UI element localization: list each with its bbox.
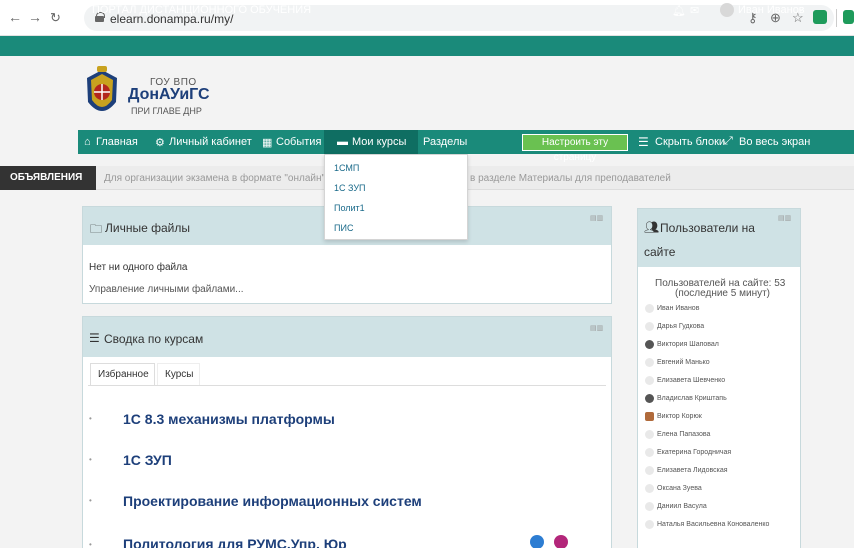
avatar — [645, 340, 654, 349]
avatar[interactable] — [720, 3, 734, 17]
avatar — [645, 322, 654, 331]
my-courses-dropdown: 1СМП 1С ЗУП Полит1 ПИС — [324, 154, 468, 240]
bullet: • — [89, 414, 92, 423]
manage-files-link[interactable]: Управление личными файлами... — [89, 284, 244, 295]
hide-blocks-button[interactable]: Скрыть блоки — [655, 136, 725, 148]
calendar-icon[interactable]: ▦ — [262, 136, 272, 149]
avatar — [645, 358, 654, 367]
tab-courses[interactable]: Курсы — [165, 369, 193, 380]
toolbar-separator — [836, 9, 837, 27]
online-users-title-2: сайте — [644, 245, 676, 259]
block-controls-icon[interactable]: ▤▥ — [590, 214, 603, 222]
online-user[interactable]: Даниил Васула — [657, 503, 707, 510]
online-user[interactable]: Елизавета Шевченко — [657, 377, 725, 384]
nav-sections[interactable]: Разделы — [423, 136, 467, 148]
fullscreen-button[interactable]: Во весь экран — [739, 136, 810, 148]
chevron-down-icon[interactable]: ⌄ — [797, 3, 805, 14]
online-user[interactable]: Иван Иванов — [657, 305, 699, 312]
online-user[interactable]: Виктория Шаповал — [657, 341, 719, 348]
chat-icon[interactable]: ✉ — [690, 4, 699, 17]
bell-icon[interactable]: 🔔︎ — [672, 4, 686, 17]
users-icon: 👥︎ — [644, 220, 660, 234]
nav-home[interactable]: Главная — [96, 136, 138, 148]
quiz-icon[interactable] — [554, 535, 568, 548]
online-user[interactable]: Оксана Зуева — [657, 485, 702, 492]
avatar — [645, 448, 654, 457]
online-user[interactable]: Евгений Манько — [657, 359, 710, 366]
back-arrow-icon[interactable]: ← — [8, 9, 22, 25]
avatar — [645, 430, 654, 439]
course-overview-title: Сводка по курсам — [104, 332, 204, 346]
bullet: • — [89, 455, 92, 464]
block-controls-icon-2[interactable]: ▤▥ — [590, 324, 603, 332]
extension-icon-2[interactable] — [843, 10, 854, 24]
online-user[interactable]: Дарья Гудкова — [657, 323, 704, 330]
dropdown-item-1c-zup[interactable]: 1С ЗУП — [334, 183, 366, 193]
home-icon[interactable]: ⌂ — [84, 136, 91, 148]
online-users-title-1: Пользователи на — [660, 221, 755, 235]
dropdown-item-pis[interactable]: ПИС — [334, 223, 353, 233]
avatar — [645, 304, 654, 313]
avatar — [645, 394, 654, 403]
online-user[interactable]: Виктор Корюк — [657, 413, 702, 420]
site-topbar — [0, 36, 854, 56]
announcement-text-right[interactable]: в разделе Материалы для преподавателей — [470, 173, 671, 184]
course-link-politology[interactable]: Политология для РУМС.Упр. Юр — [123, 536, 347, 548]
course-link-1c-platform[interactable]: 1С 8.3 механизмы платформы — [123, 411, 335, 427]
online-user[interactable]: Наталья Васильевна Коноваленко — [657, 521, 769, 528]
course-link-1c-zup[interactable]: 1С ЗУП — [123, 452, 172, 468]
avatar — [645, 466, 654, 475]
avatar — [645, 502, 654, 511]
bullet: • — [89, 496, 92, 505]
announcement-label: ОБЪЯВЛЕНИЯ — [0, 166, 96, 190]
graduation-cap-icon[interactable]: ▬ — [337, 136, 348, 148]
bullet: • — [89, 540, 92, 548]
dashboard-icon[interactable]: ⚙ — [155, 136, 165, 149]
avatar — [645, 376, 654, 385]
online-user[interactable]: Екатерина Городничая — [657, 449, 731, 456]
online-user[interactable]: Елизавета Лидовская — [657, 467, 728, 474]
tabs-divider — [88, 385, 606, 386]
online-period: (последние 5 минут) — [675, 288, 770, 299]
tab-favorites[interactable]: Избранное — [98, 369, 149, 380]
logo-line-3: ПРИ ГЛАВЕ ДНР — [131, 106, 202, 116]
reload-icon[interactable]: ↻ — [50, 10, 61, 26]
dropdown-item-polit1[interactable]: Полит1 — [334, 203, 365, 213]
forward-arrow-icon[interactable]: → — [28, 9, 42, 25]
block-controls-icon-3[interactable]: ▤▥ — [778, 214, 791, 222]
emblem-logo-icon[interactable] — [83, 66, 121, 122]
dropdown-item-1smp[interactable]: 1СМП — [334, 163, 359, 173]
user-menu-name[interactable]: Иван Иванов — [738, 4, 805, 16]
online-user[interactable]: Владислав Криштапь — [657, 395, 727, 402]
customize-page-button[interactable]: Настроить эту страницу — [522, 134, 628, 163]
avatar — [645, 412, 654, 421]
nav-events[interactable]: События — [276, 136, 321, 148]
avatar — [645, 520, 654, 529]
hide-blocks-icon[interactable]: ☰ — [638, 135, 649, 149]
folder-icon: 🗀 — [90, 222, 103, 236]
private-files-title: Личные файлы — [105, 221, 190, 235]
avatar — [645, 484, 654, 493]
portal-title[interactable]: ПОРТАЛ ДИСТАНЦИОННОГО ОБУЧЕНИЯ — [92, 4, 311, 16]
online-user[interactable]: Елена Папазова — [657, 431, 710, 438]
extension-icon[interactable] — [813, 10, 827, 24]
logo-line-2: ДонАУиГС — [128, 86, 210, 103]
nav-dashboard[interactable]: Личный кабинет — [169, 136, 252, 148]
expand-icon[interactable]: ⤢ — [724, 135, 733, 148]
forum-icon[interactable] — [530, 535, 544, 548]
no-files-text: Нет ни одного файла — [89, 262, 188, 273]
course-link-is-design[interactable]: Проектирование информационных систем — [123, 493, 422, 509]
announcement-text-left[interactable]: Для организации экзамена в формате "онла… — [104, 173, 325, 184]
nav-my-courses[interactable]: Мои курсы — [352, 136, 406, 148]
list-icon: ☰ — [89, 331, 100, 345]
